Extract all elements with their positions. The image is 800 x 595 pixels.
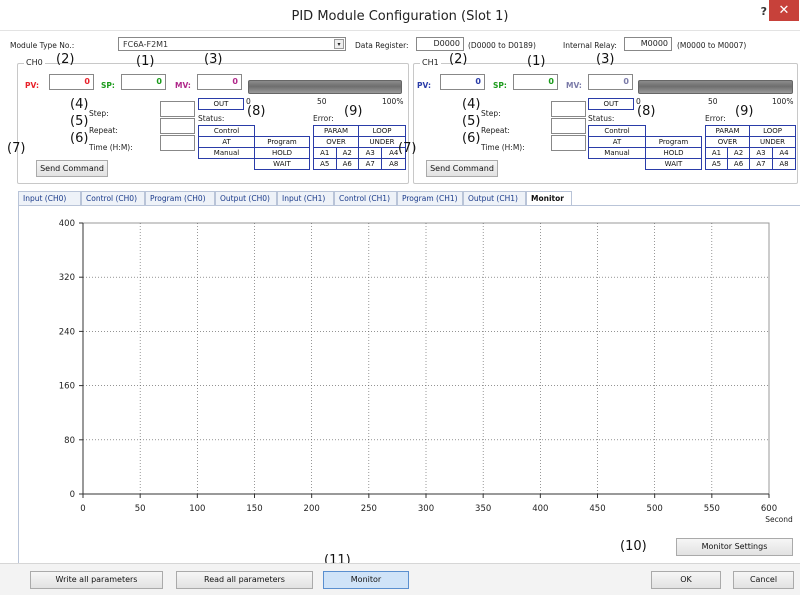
y-tick-label: 80	[64, 436, 75, 446]
write-all-parameters-button[interactable]: Write all parameters	[30, 571, 163, 589]
x-tick-label: 350	[475, 504, 491, 514]
x-tick-label: 100	[189, 504, 205, 514]
y-tick-label: 400	[59, 219, 75, 229]
monitor-button[interactable]: Monitor	[323, 571, 409, 589]
x-axis-label: Second	[765, 515, 793, 524]
x-tick-label: 400	[532, 504, 548, 514]
y-tick-label: 0	[70, 490, 75, 500]
x-tick-label: 150	[246, 504, 262, 514]
y-tick-label: 240	[59, 327, 75, 337]
x-tick-label: 50	[135, 504, 146, 514]
x-tick-label: 600	[761, 504, 777, 514]
x-tick-label: 200	[304, 504, 320, 514]
ok-button[interactable]: OK	[651, 571, 721, 589]
x-tick-label: 0	[80, 504, 85, 514]
read-all-parameters-button[interactable]: Read all parameters	[176, 571, 313, 589]
monitor-settings-button[interactable]: Monitor Settings	[676, 538, 793, 556]
y-tick-label: 320	[59, 273, 75, 283]
x-tick-label: 500	[647, 504, 663, 514]
x-tick-label: 250	[361, 504, 377, 514]
x-tick-label: 300	[418, 504, 434, 514]
x-tick-label: 550	[704, 504, 720, 514]
cancel-button[interactable]: Cancel	[733, 571, 794, 589]
x-tick-label: 450	[589, 504, 605, 514]
callout-10: (10)	[620, 539, 647, 554]
monitor-chart: 0 50 100 150 200 250 300 350 400 450 500 550 600 0 80 1…	[59, 219, 793, 524]
y-tick-label: 160	[59, 382, 75, 392]
